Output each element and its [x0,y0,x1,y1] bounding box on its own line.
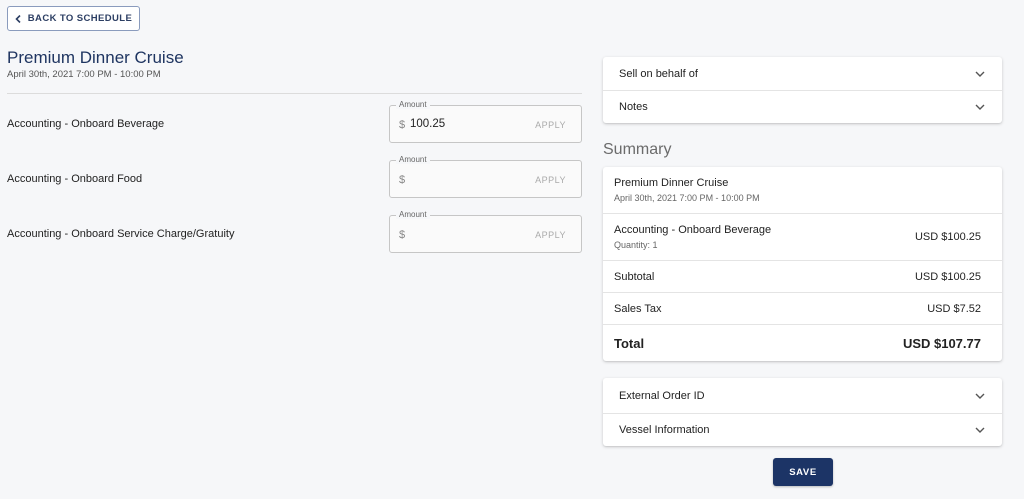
item-label-gratuity: Accounting - Onboard Service Charge/Grat… [7,228,235,240]
apply-button-gratuity[interactable]: APPLY [535,230,566,240]
subtotal-label: Subtotal [614,270,655,283]
total-value: USD $107.77 [902,335,981,351]
tax-value: USD $7.52 [927,302,981,315]
accordion-external-order-id[interactable]: External Order ID [603,378,1002,413]
accordion-label: Sell on behalf of [619,67,698,80]
summary-total: Total USD $107.77 [603,324,1002,361]
amount-field-beverage[interactable]: Amount $ 100.25 APPLY [389,100,582,143]
summary-heading: Summary [603,141,672,158]
chevron-down-icon [975,393,985,399]
amount-field-gratuity[interactable]: Amount $ APPLY [389,210,582,253]
accordion-sell-on-behalf[interactable]: Sell on behalf of [603,57,1002,90]
line-item-price: USD $100.25 [914,231,981,243]
accordion-notes[interactable]: Notes [603,90,1002,123]
amount-field-food[interactable]: Amount $ APPLY [389,155,582,198]
summary-event: Premium Dinner Cruise April 30th, 2021 7… [603,167,1002,213]
apply-button-beverage[interactable]: APPLY [535,120,566,130]
summary-line-item: Accounting - Onboard Beverage Quantity: … [603,213,1002,260]
item-label-food: Accounting - Onboard Food [7,173,143,185]
line-item-quantity: Quantity: 1 [614,240,658,250]
summary-card: Premium Dinner Cruise April 30th, 2021 7… [603,167,1002,361]
currency-symbol: $ [399,174,406,186]
save-button[interactable]: SAVE [773,458,833,486]
amount-input-beverage[interactable]: 100.25 [410,118,445,130]
item-label-beverage: Accounting - Onboard Beverage [7,118,165,130]
page-title: Premium Dinner Cruise [7,48,184,67]
chevron-left-icon [15,14,21,23]
accordion-label: Notes [619,101,648,113]
chevron-down-icon [975,71,985,77]
chevron-down-icon [975,427,985,433]
event-datetime: April 30th, 2021 7:00 PM - 10:00 PM [7,69,161,80]
subtotal-value: USD $100.25 [914,270,981,283]
amount-legend: Amount [396,155,430,164]
apply-button-food[interactable]: APPLY [535,175,566,185]
summary-event-datetime: April 30th, 2021 7:00 PM - 10:00 PM [614,193,760,203]
order-details-accordion: External Order ID Vessel Information [603,378,1002,446]
summary-tax: Sales Tax USD $7.52 [603,292,1002,324]
chevron-down-icon [975,104,985,110]
divider [7,93,582,94]
summary-event-title: Premium Dinner Cruise [614,177,729,189]
back-to-schedule-button[interactable]: BACK TO SCHEDULE [7,6,140,31]
total-label: Total [614,335,645,351]
options-accordion: Sell on behalf of Notes [603,57,1002,123]
line-item-name: Accounting - Onboard Beverage [614,224,772,236]
currency-symbol: $ [399,119,406,131]
tax-label: Sales Tax [614,302,662,315]
amount-legend: Amount [396,210,430,219]
accordion-label: External Order ID [619,389,705,402]
summary-subtotal: Subtotal USD $100.25 [603,260,1002,292]
back-to-schedule-label: BACK TO SCHEDULE [27,13,133,24]
amount-legend: Amount [396,100,430,109]
accordion-label: Vessel Information [619,424,710,436]
accordion-vessel-information[interactable]: Vessel Information [603,413,1002,446]
currency-symbol: $ [399,229,406,241]
